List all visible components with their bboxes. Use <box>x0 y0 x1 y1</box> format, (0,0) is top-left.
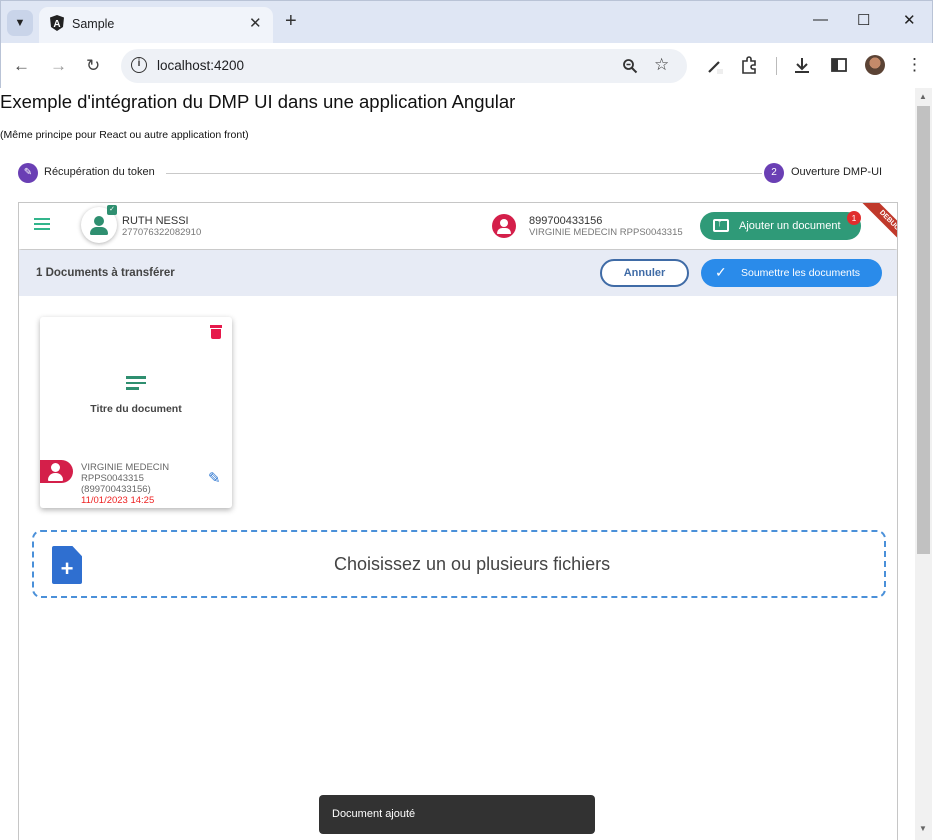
edit-pencil-icon[interactable]: ✎ <box>208 469 221 487</box>
page-title: Exemple d'intégration du DMP UI dans une… <box>0 91 516 112</box>
bookmark-star-icon[interactable]: ☆ <box>654 55 669 75</box>
step-label-token[interactable]: Récupération du token <box>44 166 155 178</box>
page-scrollbar[interactable]: ▲ ▼ <box>915 88 932 840</box>
new-tab-icon[interactable]: + <box>285 10 297 33</box>
document-author: VIRGINIE MEDECIN RPPS0043315 (8997004331… <box>81 462 170 495</box>
patient-id: 277076322082910 <box>122 227 202 238</box>
menu-hamburger-icon[interactable] <box>34 218 50 230</box>
check-icon: ✓ <box>107 205 117 215</box>
document-lines-icon <box>126 376 146 391</box>
stepper-connector <box>166 173 762 174</box>
address-bar[interactable]: i localhost:4200 ☆ <box>121 49 687 83</box>
tab-title: Sample <box>72 17 115 31</box>
add-document-button[interactable]: Ajouter un document <box>700 212 861 240</box>
dmp-ui-frame: ✓ RUTH NESSI 277076322082910 89970043315… <box>18 202 898 840</box>
patient-name: RUTH NESSI <box>122 215 189 227</box>
eyedropper-icon[interactable] <box>706 57 724 75</box>
site-info-icon[interactable]: i <box>131 57 147 73</box>
scroll-down-icon[interactable]: ▼ <box>919 824 927 833</box>
notification-badge: 1 <box>847 211 861 225</box>
scroll-up-icon[interactable]: ▲ <box>919 92 927 101</box>
submit-documents-button[interactable]: ✓ Soumettre les documents <box>701 259 882 287</box>
document-card[interactable]: Titre du document VIRGINIE MEDECIN RPPS0… <box>40 317 232 508</box>
add-file-icon: + <box>52 546 82 584</box>
cancel-button[interactable]: Annuler <box>600 259 689 287</box>
debug-ribbon: DEBUG <box>860 203 897 250</box>
close-window-icon[interactable]: ✕ <box>903 11 916 29</box>
doctor-avatar-icon <box>492 214 516 238</box>
browser-window-chrome: ▼ A Sample ✕ + — ☐ ✕ ← → ↻ i localhost:4… <box>0 0 933 89</box>
document-date: 11/01/2023 14:25 <box>81 495 155 506</box>
upload-folder-icon <box>713 217 729 232</box>
doctor-number: 899700433156 <box>529 215 603 227</box>
action-bar: 1 Documents à transférer Annuler ✓ Soume… <box>19 250 897 296</box>
step-label-dmp-ui[interactable]: Ouverture DMP-UI <box>791 166 882 178</box>
step-edit-icon[interactable]: ✎ <box>18 163 38 183</box>
svg-text:A: A <box>53 19 60 30</box>
scrollbar-thumb[interactable] <box>917 106 930 554</box>
back-arrow-icon[interactable]: ← <box>13 56 30 76</box>
chevron-down-icon: ▼ <box>14 17 26 29</box>
dropzone-label: Choisissez un ou plusieurs fichiers <box>334 554 611 574</box>
file-dropzone[interactable]: + Choisissez un ou plusieurs fichiers <box>32 530 886 598</box>
extensions-puzzle-icon[interactable] <box>740 56 758 74</box>
author-avatar-icon <box>40 460 73 483</box>
download-icon[interactable] <box>793 56 811 74</box>
profile-avatar[interactable] <box>865 55 885 75</box>
forward-arrow-icon[interactable]: → <box>50 56 67 76</box>
maximize-icon[interactable]: ☐ <box>857 11 870 29</box>
documents-count: 1 Documents à transférer <box>36 267 175 279</box>
zoom-icon[interactable] <box>622 58 638 74</box>
app-header: ✓ RUTH NESSI 277076322082910 89970043315… <box>19 203 897 250</box>
toolbar-divider <box>776 57 777 75</box>
reload-icon[interactable]: ↻ <box>86 56 100 76</box>
url-text[interactable]: localhost:4200 <box>157 58 244 73</box>
browser-toolbar: ← → ↻ i localhost:4200 ☆ ⋮ <box>1 43 933 89</box>
page-subtitle: (Même principe pour React ou autre appli… <box>0 129 249 141</box>
add-document-label: Ajouter un document <box>739 220 841 232</box>
tab-close-icon[interactable]: ✕ <box>249 14 262 32</box>
tab-strip: ▼ A Sample ✕ + — ☐ ✕ <box>1 1 933 43</box>
angular-logo-icon: A <box>50 15 64 31</box>
step-number-2[interactable]: 2 <box>764 163 784 183</box>
side-panel-icon[interactable] <box>830 56 848 74</box>
snackbar: Document ajouté <box>319 795 595 834</box>
more-menu-icon[interactable]: ⋮ <box>906 55 923 75</box>
browser-tab[interactable]: A Sample ✕ <box>39 7 273 43</box>
check-icon: ✓ <box>715 264 727 280</box>
stepper: ✎ Récupération du token 2 Ouverture DMP-… <box>18 163 898 183</box>
doctor-name: VIRGINIE MEDECIN RPPS0043315 <box>529 227 683 238</box>
minimize-icon[interactable]: — <box>813 11 828 28</box>
snackbar-text: Document ajouté <box>332 808 416 820</box>
document-title: Titre du document <box>90 403 182 415</box>
submit-label: Soumettre les documents <box>741 267 861 279</box>
tab-search-button[interactable]: ▼ <box>7 10 33 36</box>
delete-trash-icon[interactable] <box>210 325 222 339</box>
patient-avatar[interactable]: ✓ <box>81 205 117 243</box>
